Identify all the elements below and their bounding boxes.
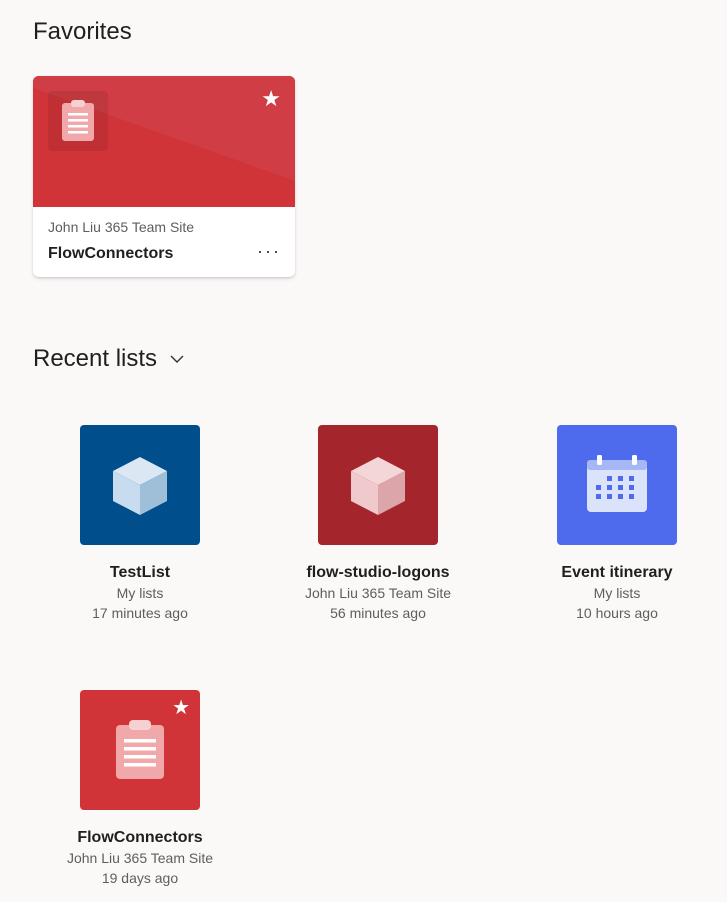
- favorite-star-icon[interactable]: ★: [261, 88, 281, 110]
- list-time: 17 minutes ago: [92, 605, 188, 621]
- more-options-button[interactable]: ···: [257, 242, 281, 260]
- list-thumbnail: [80, 425, 200, 545]
- favorite-card-site: John Liu 365 Team Site: [48, 219, 195, 235]
- favorite-card-flowconnectors[interactable]: ★ John Liu 365 Team Site FlowConnectors …: [33, 76, 295, 277]
- list-thumbnail: [318, 425, 438, 545]
- list-location: John Liu 365 Team Site: [304, 585, 452, 601]
- calendar-icon: [587, 455, 647, 512]
- list-time: 56 minutes ago: [330, 605, 426, 621]
- list-name[interactable]: flow-studio-logons: [268, 563, 488, 583]
- list-time: 19 days ago: [101, 870, 179, 886]
- list-time: 10 hours ago: [576, 605, 658, 621]
- list-thumbnail: ★: [80, 690, 200, 810]
- favorite-star-icon[interactable]: ★: [172, 698, 190, 718]
- recent-list-item[interactable]: TestList My lists 17 minutes ago: [30, 425, 250, 623]
- favorites-heading: Favorites: [33, 18, 132, 45]
- recent-lists-heading[interactable]: Recent lists: [33, 347, 185, 371]
- list-location: My lists: [116, 585, 164, 601]
- recent-list-item[interactable]: ★ FlowConnectors John Liu 365 Team Site …: [30, 690, 250, 888]
- chevron-down-icon: [170, 355, 184, 363]
- list-location: My lists: [593, 585, 641, 601]
- list-name[interactable]: Event itinerary: [507, 563, 727, 583]
- cube-icon: [351, 457, 405, 515]
- cube-icon: [113, 457, 167, 515]
- recent-list-item[interactable]: Event itinerary My lists 10 hours ago: [507, 425, 727, 623]
- list-location: John Liu 365 Team Site: [66, 850, 214, 866]
- recent-lists-label: Recent lists: [33, 345, 158, 372]
- clipboard-list-icon: [48, 91, 108, 151]
- favorite-card-name[interactable]: FlowConnectors: [48, 245, 173, 263]
- list-name[interactable]: TestList: [30, 563, 250, 583]
- list-name[interactable]: FlowConnectors: [30, 828, 250, 848]
- favorite-card-banner: ★: [33, 76, 295, 207]
- list-thumbnail: [557, 425, 677, 545]
- recent-list-item[interactable]: flow-studio-logons John Liu 365 Team Sit…: [268, 425, 488, 623]
- clipboard-list-icon: [116, 720, 164, 779]
